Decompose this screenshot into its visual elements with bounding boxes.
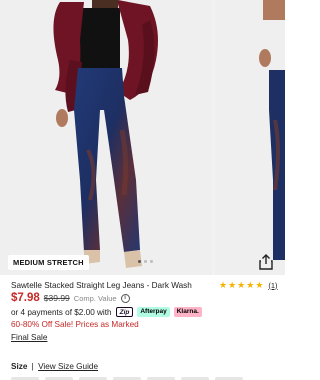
gallery-dot[interactable] bbox=[144, 260, 147, 263]
afterpay-label: Afterpay bbox=[140, 308, 167, 315]
size-guide-link[interactable]: View Size Guide bbox=[38, 362, 98, 371]
original-price: $39.99 bbox=[43, 293, 70, 303]
price-row: $7.98 $39.99 Comp. Value i bbox=[11, 292, 130, 304]
star-icon: ★ bbox=[255, 280, 264, 290]
final-sale-link[interactable]: Final Sale bbox=[11, 333, 47, 342]
gallery-dot[interactable] bbox=[150, 260, 153, 263]
sale-banner-text: 60-80% Off Sale! Prices as Marked bbox=[11, 320, 139, 329]
product-photo-next[interactable] bbox=[215, 0, 285, 275]
model-illustration-partial bbox=[259, 0, 285, 260]
size-header: Size | View Size Guide bbox=[11, 362, 98, 371]
info-icon[interactable]: i bbox=[120, 293, 130, 303]
sale-price: $7.98 bbox=[11, 292, 40, 304]
installments-row: or 4 payments of $2.00 with Zip Afterpay… bbox=[11, 307, 202, 317]
star-icon: ★ bbox=[237, 280, 246, 290]
gallery-dot[interactable] bbox=[138, 260, 141, 263]
star-icon: ★ bbox=[219, 280, 228, 290]
share-icon[interactable] bbox=[257, 253, 275, 271]
comp-value-label: Comp. Value bbox=[73, 293, 117, 303]
review-count-link[interactable]: (1) bbox=[268, 281, 277, 290]
model-illustration bbox=[53, 0, 158, 268]
installments-text: or 4 payments of $2.00 with bbox=[11, 307, 112, 317]
product-rating[interactable]: ★ ★ ★ ★ ★ (1) bbox=[219, 280, 278, 290]
afterpay-logo[interactable]: Afterpay bbox=[137, 307, 170, 317]
size-separator: | bbox=[31, 362, 34, 371]
zip-logo[interactable]: Zip bbox=[115, 307, 134, 317]
size-label: Size bbox=[11, 362, 28, 371]
klarna-logo[interactable]: Klarna. bbox=[173, 307, 202, 317]
product-title: Sawtelle Stacked Straight Leg Jeans - Da… bbox=[11, 281, 192, 290]
product-image-gallery[interactable]: MEDIUM STRETCH bbox=[0, 0, 285, 275]
gallery-pagination-dots[interactable] bbox=[138, 260, 153, 263]
star-icon: ★ bbox=[228, 280, 237, 290]
star-icon: ★ bbox=[246, 280, 255, 290]
stretch-badge: MEDIUM STRETCH bbox=[8, 255, 89, 270]
product-photo-main[interactable] bbox=[0, 0, 212, 275]
